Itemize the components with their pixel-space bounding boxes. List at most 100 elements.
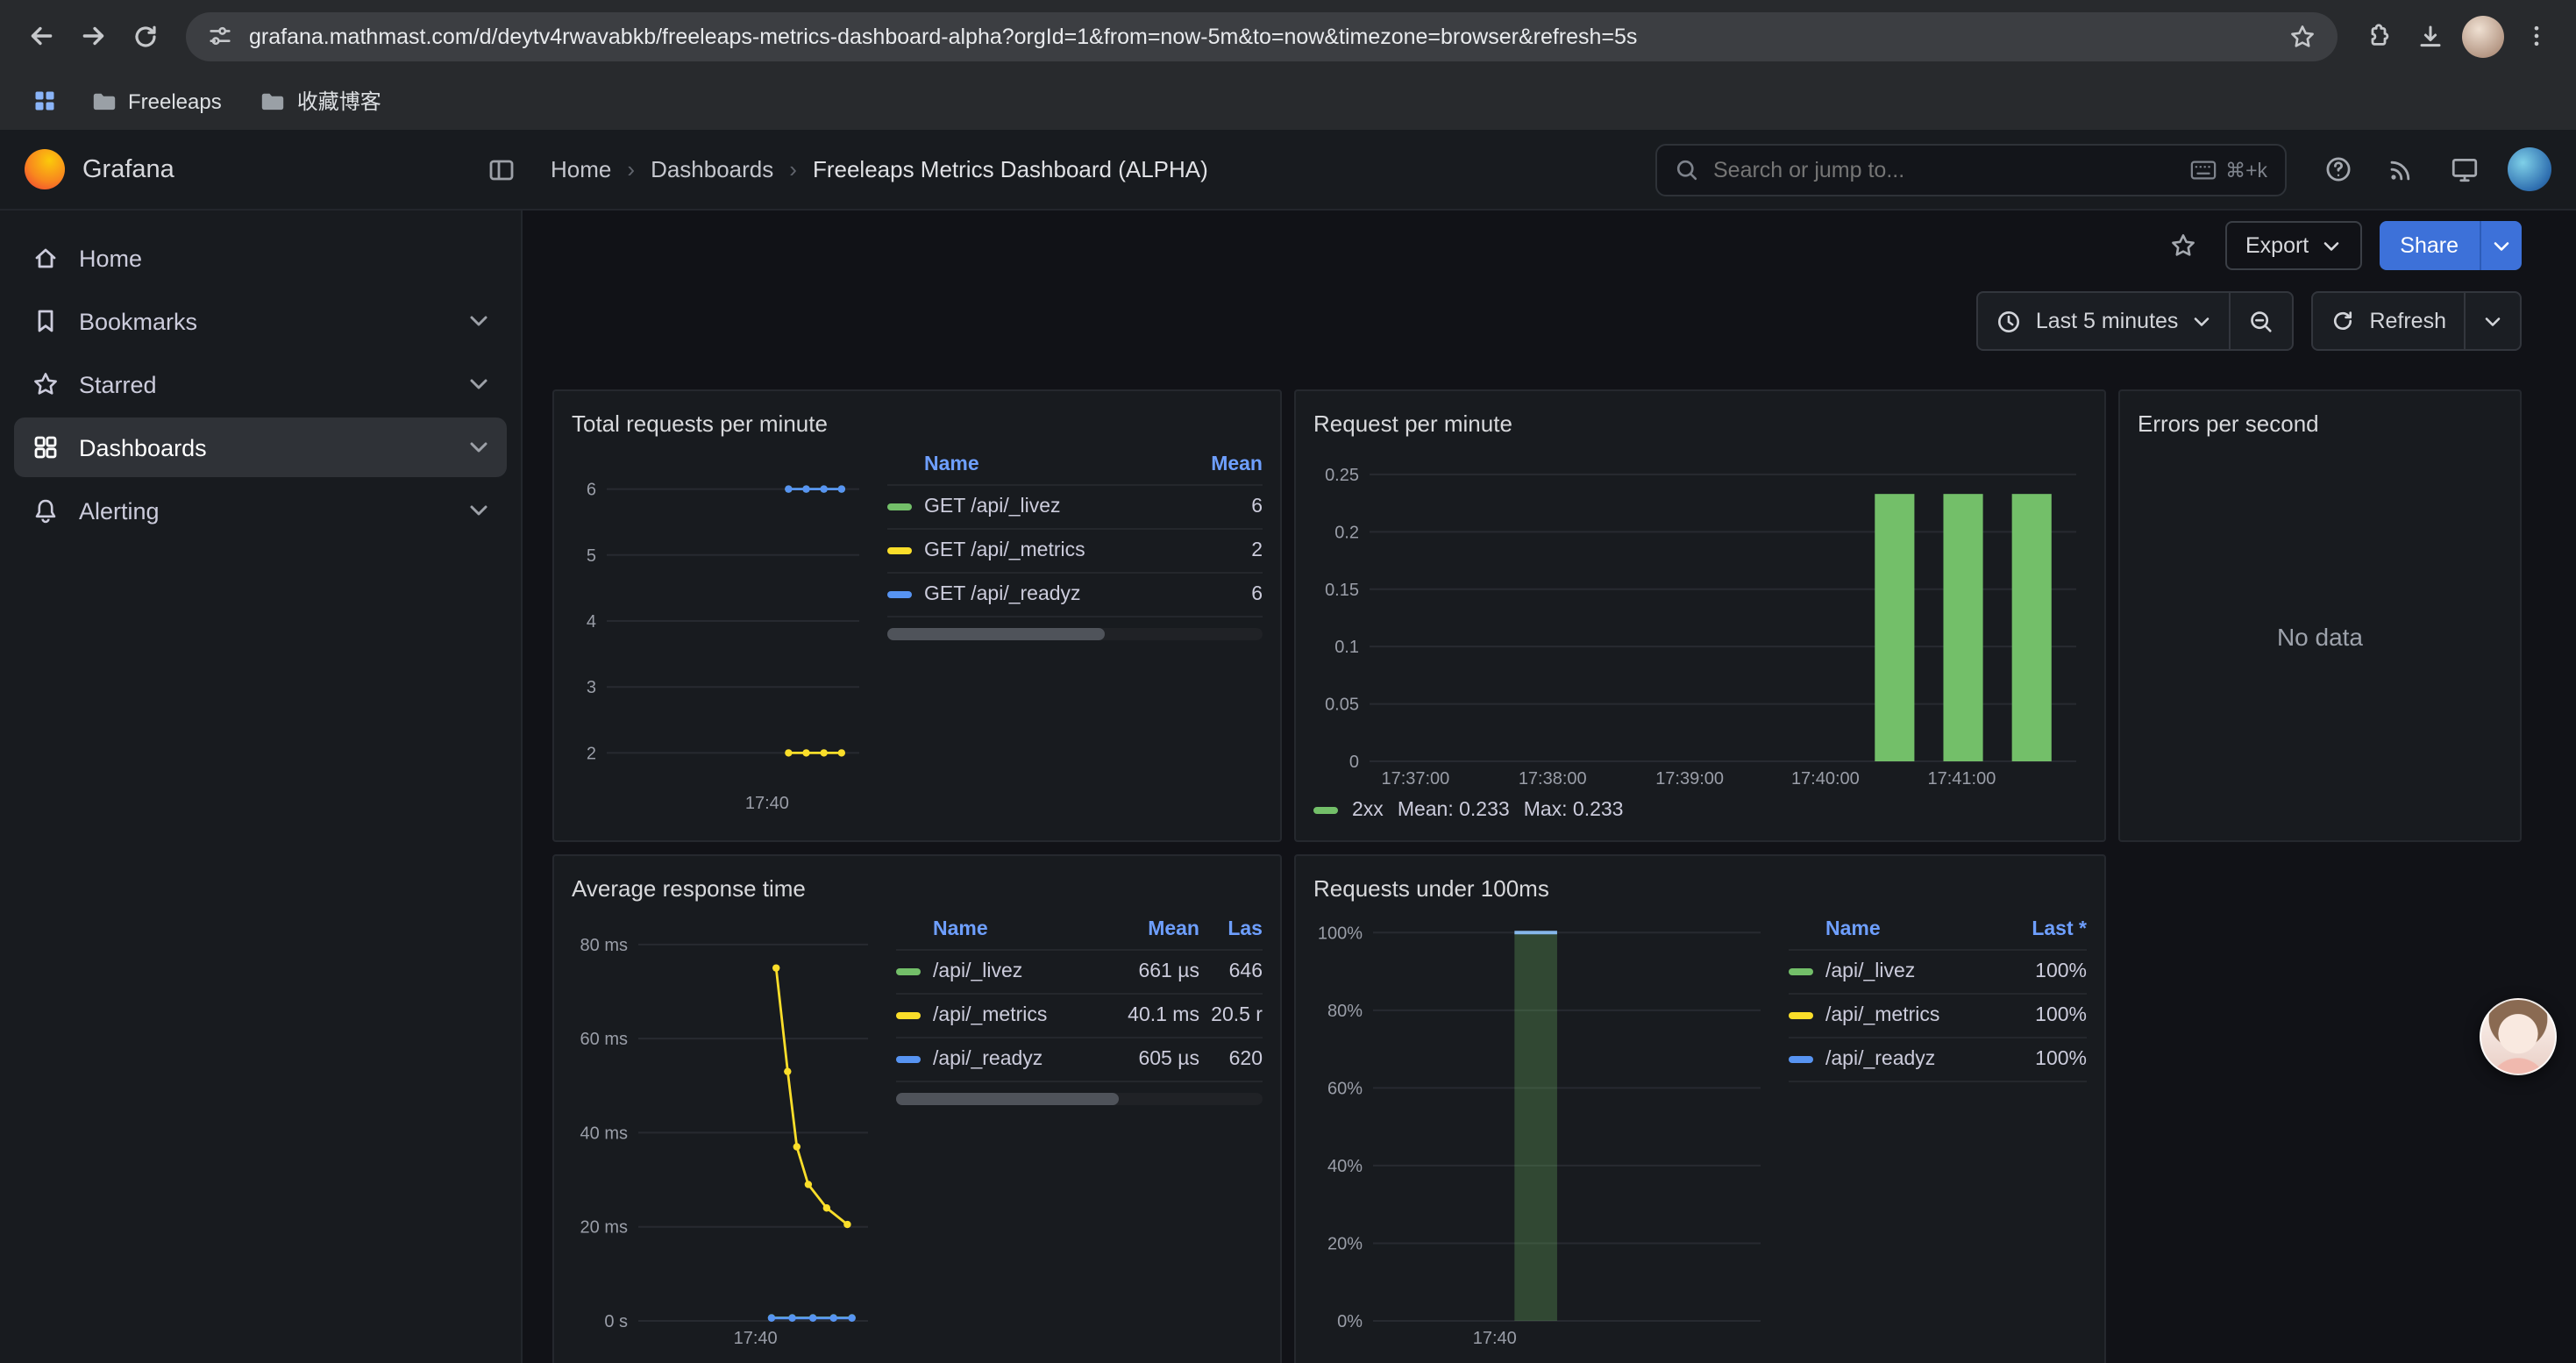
- svg-text:17:41:00: 17:41:00: [1927, 769, 1996, 789]
- request-per-minute-chart[interactable]: 00.050.10.150.20.2517:37:0017:38:0017:39…: [1313, 444, 2087, 791]
- legend-header-name[interactable]: Name: [1825, 918, 2010, 939]
- grafana-top-nav: Grafana Home › Dashboards › Freeleaps Me…: [0, 130, 2576, 211]
- forward-button[interactable]: [67, 10, 119, 62]
- chevron-down-icon[interactable]: [468, 503, 489, 517]
- search-box[interactable]: ⌘+k: [1655, 143, 2287, 196]
- series-name[interactable]: /api/_livez: [933, 961, 1101, 982]
- news-button[interactable]: [2374, 143, 2427, 196]
- legend-header-name[interactable]: Name: [924, 453, 1185, 475]
- legend-row[interactable]: /api/_livez 661 µs 646: [896, 951, 1263, 995]
- chevron-down-icon[interactable]: [468, 314, 489, 328]
- panel-header[interactable]: Total requests per minute: [572, 402, 1263, 444]
- panel-request-per-minute: Request per minute 00.050.10.150.20.2517…: [1294, 389, 2106, 842]
- legend-header-last[interactable]: Las: [1199, 918, 1263, 939]
- url-bar[interactable]: grafana.mathmast.com/d/deytv4rwavabkb/fr…: [186, 11, 2338, 61]
- svg-text:3: 3: [587, 678, 596, 697]
- legend-header-name[interactable]: Name: [933, 918, 1101, 939]
- bookmark-star-icon[interactable]: [2288, 22, 2316, 50]
- series-color-dash: [1313, 807, 1338, 814]
- zoom-out-button[interactable]: [2229, 293, 2292, 349]
- export-button[interactable]: Export: [2224, 221, 2361, 270]
- panel-errors-per-second: Errors per second No data: [2118, 389, 2522, 842]
- panel-total-requests: Total requests per minute 6543217:40 Nam…: [552, 389, 1282, 842]
- extensions-button[interactable]: [2352, 10, 2404, 62]
- svg-text:20 ms: 20 ms: [580, 1218, 628, 1238]
- refresh-interval-button[interactable]: [2464, 293, 2520, 349]
- series-name[interactable]: GET /api/_metrics: [924, 540, 1185, 561]
- breadcrumb-dashboards[interactable]: Dashboards: [651, 156, 773, 182]
- display-button[interactable]: [2437, 143, 2490, 196]
- bookmark-freeleaps[interactable]: Freeleaps: [77, 82, 236, 119]
- share-menu-button[interactable]: [2480, 221, 2522, 270]
- refresh-button[interactable]: Refresh: [2313, 293, 2464, 349]
- download-button[interactable]: [2404, 10, 2457, 62]
- chevron-down-icon[interactable]: [468, 377, 489, 391]
- scrollbar-thumb[interactable]: [896, 1093, 1120, 1105]
- series-name[interactable]: GET /api/_livez: [924, 496, 1185, 517]
- legend-header-last[interactable]: Last *: [2010, 918, 2087, 939]
- svg-text:0.15: 0.15: [1325, 581, 1359, 600]
- panel-requests-under-100ms: Requests under 100ms 0%20%40%60%80%100%1…: [1294, 854, 2106, 1363]
- legend-row[interactable]: GET /api/_readyz 6: [887, 574, 1263, 617]
- sidebar-item-dashboards[interactable]: Dashboards: [14, 417, 507, 477]
- requests-under-100ms-chart[interactable]: 0%20%40%60%80%100%17:40: [1313, 909, 1771, 1351]
- search-input[interactable]: [1713, 157, 2176, 182]
- legend-scrollbar[interactable]: [896, 1093, 1263, 1105]
- series-name[interactable]: 2xx: [1352, 800, 1384, 821]
- legend-header-mean[interactable]: Mean: [1185, 453, 1263, 475]
- legend-row[interactable]: /api/_readyz 605 µs 620: [896, 1038, 1263, 1082]
- kebab-menu-icon: [2523, 23, 2549, 49]
- help-button[interactable]: [2311, 143, 2364, 196]
- legend-scrollbar[interactable]: [887, 628, 1263, 640]
- favorite-dashboard-button[interactable]: [2158, 221, 2207, 270]
- svg-text:17:37:00: 17:37:00: [1381, 769, 1449, 789]
- bookmark-blog[interactable]: 收藏博客: [246, 81, 395, 121]
- app-body: Home Bookmarks Starred Dashboards Alerti…: [0, 211, 2576, 1363]
- series-name[interactable]: /api/_readyz: [1825, 1049, 2010, 1070]
- panel-header[interactable]: Request per minute: [1313, 402, 2087, 444]
- no-data-message: No data: [2138, 444, 2502, 830]
- svg-text:80 ms: 80 ms: [580, 936, 628, 955]
- svg-text:60%: 60%: [1327, 1079, 1363, 1098]
- chevron-down-icon: [2192, 315, 2211, 327]
- series-name[interactable]: /api/_metrics: [1825, 1005, 2010, 1026]
- legend-row[interactable]: GET /api/_metrics 2: [887, 530, 1263, 574]
- time-range-button[interactable]: Last 5 minutes: [1978, 293, 2230, 349]
- series-name[interactable]: /api/_metrics: [933, 1005, 1101, 1026]
- panel-header[interactable]: Average response time: [572, 867, 1263, 909]
- legend-row[interactable]: /api/_metrics 100%: [1789, 995, 2087, 1038]
- series-name[interactable]: GET /api/_readyz: [924, 584, 1185, 605]
- breadcrumb-home[interactable]: Home: [551, 156, 611, 182]
- sidebar-toggle-button[interactable]: [477, 145, 526, 194]
- series-last: 20.5 r: [1199, 1005, 1263, 1026]
- svg-text:40 ms: 40 ms: [580, 1124, 628, 1143]
- chevron-down-icon[interactable]: [468, 440, 489, 454]
- sidebar-item-bookmarks[interactable]: Bookmarks: [14, 291, 507, 351]
- legend-row[interactable]: /api/_livez 100%: [1789, 951, 2087, 995]
- panel-header[interactable]: Errors per second: [2138, 402, 2502, 444]
- legend-row[interactable]: /api/_metrics 40.1 ms 20.5 r: [896, 995, 1263, 1038]
- legend-row[interactable]: GET /api/_livez 6: [887, 486, 1263, 530]
- legend-header-mean[interactable]: Mean: [1101, 918, 1199, 939]
- sidebar-item-alerting[interactable]: Alerting: [14, 481, 507, 540]
- series-name[interactable]: /api/_livez: [1825, 961, 2010, 982]
- user-avatar[interactable]: [2508, 147, 2551, 191]
- browser-profile-button[interactable]: [2457, 10, 2509, 62]
- scrollbar-thumb[interactable]: [887, 628, 1105, 640]
- apps-shortcut-button[interactable]: [21, 78, 67, 124]
- avg-response-time-chart[interactable]: 0 s20 ms40 ms60 ms80 ms17:40: [572, 909, 879, 1351]
- search-shortcut: ⌘+k: [2190, 157, 2267, 182]
- reload-button[interactable]: [119, 10, 172, 62]
- browser-profile-avatar: [2462, 15, 2504, 57]
- folder-icon: [260, 88, 287, 114]
- back-button[interactable]: [14, 10, 67, 62]
- panel-header[interactable]: Requests under 100ms: [1313, 867, 2087, 909]
- total-requests-chart[interactable]: 6543217:40: [572, 444, 870, 816]
- sidebar-item-home[interactable]: Home: [14, 228, 507, 288]
- assistant-avatar[interactable]: [2480, 998, 2557, 1075]
- series-name[interactable]: /api/_readyz: [933, 1049, 1101, 1070]
- legend-row[interactable]: /api/_readyz 100%: [1789, 1038, 2087, 1082]
- share-button[interactable]: Share: [2379, 221, 2480, 270]
- browser-menu-button[interactable]: [2509, 10, 2562, 62]
- sidebar-item-starred[interactable]: Starred: [14, 354, 507, 414]
